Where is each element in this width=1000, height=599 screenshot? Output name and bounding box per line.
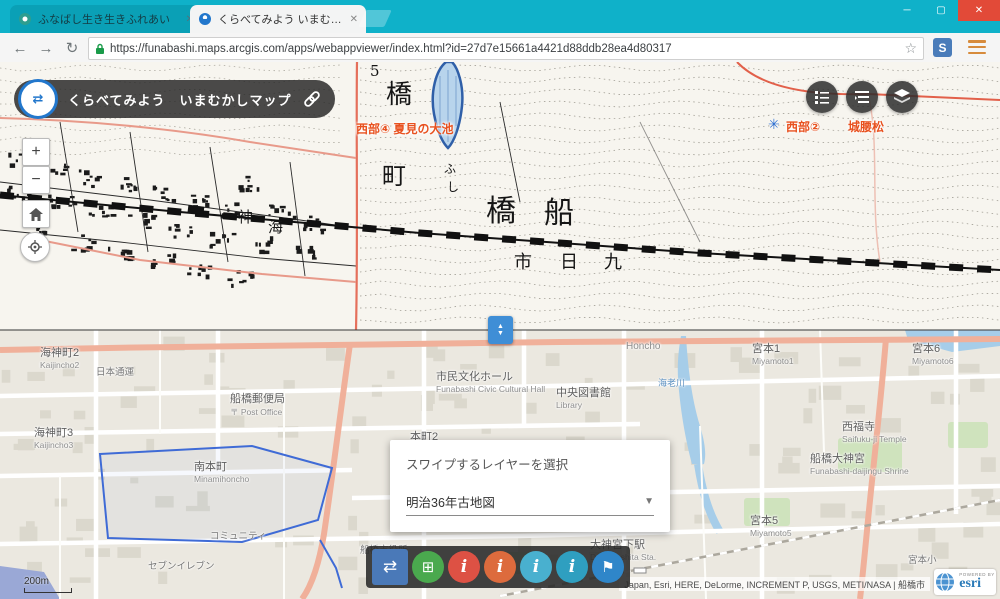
esri-globe-icon [935,572,955,592]
map-label: 城腰松 [848,118,884,135]
tab2-label: くらべてみよう いまむかしマ [218,11,344,27]
scale-bar: 200m [24,576,72,593]
layers-button[interactable] [886,81,918,113]
zoom-out-button[interactable]: − [22,166,50,194]
map-label: 海老川 [658,376,685,389]
map-label: ✳ [768,116,780,133]
window-minimize-button[interactable]: ─ [890,0,924,21]
https-lock-icon [95,43,105,55]
map-label: Honcho [626,340,660,352]
locate-icon [28,240,42,254]
map-label: ふ [444,160,456,177]
map-label: 5 [370,62,380,80]
layer-select-value: 明治36年古地図 [406,492,495,511]
map-label: 西福寺Saifuku-ji Temple [842,418,907,444]
widget-toolbar: ⇄⊞iiii⚑ [366,546,630,588]
tab1-label: ふなばし生き生きふれあい [38,11,180,27]
map-label: 船橋郵便局〒 Post Office [230,390,285,418]
info-button-lightblue[interactable]: i [520,551,552,583]
map-label: 南本町Minamihoncho [194,458,249,484]
forward-button[interactable]: → [34,36,58,60]
map-label: 海 [268,216,283,237]
info-button-teal[interactable]: i [556,551,588,583]
home-icon [29,208,43,221]
map-label: 船橋大神宮Funabashi-daijingu Shrine [810,450,909,476]
tab1-favicon-icon [18,12,32,26]
zoom-in-button[interactable]: + [22,138,50,166]
scale-label: 200m [24,576,49,587]
map-label: 日 [560,248,578,274]
layer-select-dropdown[interactable]: 明治36年古地図 ▼ [406,487,654,516]
info-button-orange[interactable]: i [484,551,516,583]
map-label: 宮本1Miyamoto1 [752,340,794,366]
map-label: 宮本5Miyamoto5 [750,512,792,538]
map-label: 橋 [386,74,412,111]
home-button[interactable] [22,200,50,228]
map-label: 船 [544,188,574,232]
map-label: 西部④ 夏見の大池 [356,120,454,137]
map-label: セブンイレブン [148,558,215,572]
url-text: https://funabashi.maps.arcgis.com/apps/w… [110,43,904,55]
swipe-layer-card-title: スワイプするレイヤーを選択 [406,454,654,473]
tab2-favicon-icon [198,12,212,26]
app-title: くらべてみよう いまむかしマップ [68,90,291,109]
browser-toolbar: ← → ↻ https://funabashi.maps.arcgis.com/… [0,33,1000,63]
map-label: 神 [238,206,253,227]
map-label: 西部② [786,118,820,135]
browser-menu-icon[interactable] [968,40,986,54]
esri-brand-text: esri [959,577,995,591]
back-button[interactable]: ← [8,36,32,60]
locate-button[interactable] [20,232,50,262]
legend-button[interactable] [806,81,838,113]
app-header: ⇄ くらべてみよう いまむかしマップ [14,80,335,118]
layer-list-icon [854,89,870,105]
layer-list-button[interactable] [846,81,878,113]
map-label: 宮本小 [908,552,937,566]
map-label: 九 [604,248,622,274]
basemap-gallery-button[interactable]: ⊞ [412,551,444,583]
swipe-divider-handle[interactable]: ▲ ▼ [488,316,513,344]
new-tab-button[interactable] [358,10,392,27]
window-close-button[interactable]: ✕ [958,0,1000,21]
tab2-close-icon[interactable]: ✕ [350,14,358,25]
share-link-icon[interactable] [303,90,321,108]
map-app-content: 5橋町ふし橋船市日九神海西部④ 夏見の大池✳西部②城腰松 [0,62,1000,599]
map-label: 海神町2Kaijincho2 [40,344,79,370]
bookmark-star-icon[interactable]: ☆ [904,40,917,57]
extension-icon[interactable]: S [933,38,952,57]
map-label: 市民文化ホールFunabashi Civic Cultural Hall [436,368,545,394]
share-tool-button[interactable]: ⚑ [592,551,624,583]
map-label: し [447,178,459,195]
app-logo-icon: ⇄ [18,79,58,119]
window-controls: ─ ▢ ✕ [890,0,1000,21]
window-maximize-button[interactable]: ▢ [924,0,958,21]
browser-tab-bar: ふなばし生き生きふれあい ✕ くらべてみよう いまむかしマ ✕ ─ ▢ ✕ [0,0,1000,33]
dropdown-arrow-icon: ▼ [644,496,654,507]
swipe-layer-card: スワイプするレイヤーを選択 明治36年古地図 ▼ [390,440,670,532]
browser-tab-1[interactable]: ふなばし生き生きふれあい ✕ [10,5,202,33]
address-bar[interactable]: https://funabashi.maps.arcgis.com/apps/w… [88,37,924,60]
info-button-red[interactable]: i [448,551,480,583]
map-label: 海神町3Kaijincho3 [34,424,73,450]
map-label: コミュニティ [210,528,266,542]
map-label: 宮本6Miyamoto6 [912,340,954,366]
browser-tab-2-active[interactable]: くらべてみよう いまむかしマ ✕ [190,5,366,33]
map-attribution: Japan, Esri, HERE, DeLorme, INCREMENT P,… [619,577,930,591]
swipe-tool-button[interactable]: ⇄ [372,549,408,585]
map-label: 日本通運 [96,364,134,378]
map-label: 町 [382,156,406,191]
map-label: 市 [514,248,532,274]
reload-button[interactable]: ↻ [60,36,84,60]
scale-line [24,588,72,593]
esri-logo: POWERED BY esri [934,569,996,595]
map-label: 橋 [486,186,516,230]
swipe-down-arrow-icon: ▼ [497,330,504,337]
map-label: 中央図書館Library [556,384,611,410]
legend-icon [814,89,830,105]
swipe-up-arrow-icon: ▲ [497,323,504,330]
layers-icon [893,88,911,106]
